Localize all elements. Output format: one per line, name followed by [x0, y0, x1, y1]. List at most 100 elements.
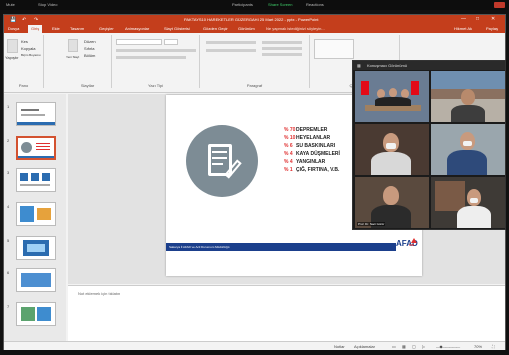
- thumb-number: 4: [7, 204, 10, 209]
- participant-name: Prof. Dr. Naci Görür: [357, 222, 386, 226]
- minimize-button[interactable]: —: [461, 16, 466, 22]
- comments-button[interactable]: Açıklamalar: [354, 344, 375, 349]
- save-icon[interactable]: 💾: [10, 17, 16, 23]
- zoom-participants-button[interactable]: Participants: [232, 2, 253, 7]
- tab-design[interactable]: Tasarım: [70, 26, 84, 31]
- video-tile[interactable]: [355, 124, 429, 175]
- tab-review[interactable]: Gözden Geçir: [203, 26, 228, 31]
- share-button[interactable]: Paylaş: [486, 26, 498, 31]
- stat-percent: % 4: [284, 151, 293, 157]
- reset-button[interactable]: Sıfırla: [84, 46, 94, 51]
- normal-view-icon[interactable]: ▭: [392, 344, 396, 349]
- account-name[interactable]: Hikmet Ak: [454, 26, 472, 31]
- slides-group: Yeni Slayt Düzen Sıfırla Bölüm Slaytlar: [64, 35, 112, 88]
- slide-thumbnail-1[interactable]: [16, 102, 56, 126]
- slide-thumbnail-3[interactable]: [16, 168, 56, 192]
- stat-row: % 1 ÇIĞ, FIRTINA, V.B.: [284, 167, 339, 173]
- close-button[interactable]: ✕: [491, 16, 495, 22]
- thumb-number: 2: [7, 138, 10, 143]
- cut-button[interactable]: Kes: [21, 39, 28, 44]
- smartart-button[interactable]: [262, 53, 302, 56]
- thumb-number: 6: [7, 270, 10, 275]
- font-size-input[interactable]: [164, 39, 178, 45]
- font-group: Yazı Tipi: [112, 35, 200, 88]
- stat-percent: % 6: [284, 143, 293, 149]
- fit-slide-icon[interactable]: ⛶: [492, 344, 495, 349]
- thumb-number: 7: [7, 304, 10, 309]
- slideshow-view-icon[interactable]: ▷: [422, 344, 425, 349]
- paste-icon[interactable]: [7, 39, 18, 53]
- list-buttons[interactable]: [206, 41, 256, 44]
- new-slide-icon[interactable]: [68, 39, 78, 52]
- reading-view-icon[interactable]: ▢: [412, 344, 416, 349]
- new-slide-button[interactable]: Yeni Slayt: [66, 55, 79, 59]
- font-name-input[interactable]: [116, 39, 162, 45]
- format-painter-button[interactable]: Biçim Boyacısı: [21, 53, 41, 57]
- paste-button[interactable]: Yapıştır: [5, 55, 19, 60]
- video-tile[interactable]: [431, 71, 505, 122]
- redo-icon[interactable]: ↷: [34, 17, 38, 23]
- thumb-number: 5: [7, 238, 10, 243]
- align-buttons[interactable]: [206, 49, 256, 52]
- align-text-button[interactable]: [262, 47, 302, 50]
- zoom-end-button[interactable]: [494, 2, 505, 8]
- tab-view[interactable]: Görünüm: [238, 26, 255, 31]
- notes-button[interactable]: Notlar: [334, 344, 345, 349]
- ribbon-tabs: Dosya Giriş Ekle Tasarım Geçişler Animas…: [4, 24, 505, 33]
- font-format-buttons[interactable]: [116, 49, 196, 52]
- stat-percent: % 4: [284, 159, 293, 165]
- shapes-gallery[interactable]: [314, 39, 354, 59]
- video-tile[interactable]: [355, 71, 429, 122]
- stat-label: SU BASKINLARI: [296, 143, 336, 149]
- stat-label: YANGINLAR: [296, 159, 326, 165]
- notes-placeholder: Not eklemek için tıklatın: [78, 291, 121, 296]
- view-mode-icon[interactable]: ▦: [357, 63, 361, 68]
- maximize-button[interactable]: □: [476, 16, 479, 22]
- tab-file[interactable]: Dosya: [8, 26, 19, 31]
- stat-label: ÇIĞ, FIRTINA, V.B.: [296, 167, 340, 173]
- video-tile[interactable]: [431, 124, 505, 175]
- font-color-buttons[interactable]: [116, 56, 186, 59]
- layout-button[interactable]: Düzen: [84, 39, 96, 44]
- stat-row: % 10HEYELANLAR: [284, 135, 330, 141]
- slide-thumbnail-5[interactable]: [16, 236, 56, 260]
- tab-home[interactable]: Giriş: [28, 25, 43, 33]
- tab-animations[interactable]: Animasyonlar: [125, 26, 149, 31]
- zoom-mute-button[interactable]: Mute: [6, 2, 15, 7]
- slide-thumbnail-2[interactable]: [16, 136, 56, 160]
- tab-transitions[interactable]: Geçişler: [99, 26, 114, 31]
- zoom-reactions-button[interactable]: Reactions: [306, 2, 324, 7]
- video-tile[interactable]: Prof. Dr. Naci Görür: [355, 177, 429, 228]
- afad-logo: AFAD: [396, 238, 418, 248]
- sorter-view-icon[interactable]: ▦: [402, 344, 406, 349]
- clipboard-group: Yapıştır Kes Kopyala Biçim Boyacısı Pano: [4, 35, 44, 88]
- slide-thumbnail-7[interactable]: [16, 302, 56, 326]
- copy-button[interactable]: Kopyala: [21, 46, 35, 51]
- stat-row: % 4 YANGINLAR: [284, 159, 325, 165]
- tab-insert[interactable]: Ekle: [52, 26, 60, 31]
- paragraph-label: Paragraf: [246, 83, 263, 88]
- text-direction-button[interactable]: [262, 41, 302, 44]
- zoom-slider[interactable]: —◆—————: [436, 344, 460, 349]
- slide-thumbnail-6[interactable]: [16, 268, 56, 292]
- tab-slideshow[interactable]: Slayt Gösterisi: [164, 26, 190, 31]
- zoom-share-button[interactable]: Share Screen: [268, 2, 292, 7]
- afad-logo-sub: İZM: [409, 243, 415, 247]
- slide-thumbnails-pane: 1 2 3 4 5 6 7: [4, 94, 66, 341]
- section-button[interactable]: Bölüm: [84, 53, 95, 58]
- stat-percent: % 1: [284, 167, 293, 173]
- stat-row: % 4 KAYA DÜŞMELERİ: [284, 151, 340, 157]
- zoom-video-button[interactable]: Stop Video: [38, 2, 58, 7]
- thumb-number: 1: [7, 104, 10, 109]
- stat-label: HEYELANLAR: [296, 135, 331, 141]
- stat-label: KAYA DÜŞMELERİ: [296, 151, 340, 157]
- status-bar: Notlar Açıklamalar ▭ ▦ ▢ ▷ —◆————— 70% ⛶: [4, 341, 505, 350]
- tell-me-search[interactable]: Ne yapmak istediğinizi söyleyin...: [266, 26, 346, 31]
- slide-thumbnail-4[interactable]: [16, 202, 56, 226]
- video-tile[interactable]: [431, 177, 505, 228]
- stat-percent: % 10: [284, 135, 296, 141]
- stat-percent: % 70: [284, 127, 296, 133]
- notes-pane[interactable]: Not eklemek için tıklatın: [68, 285, 505, 341]
- undo-icon[interactable]: ↶: [22, 17, 26, 23]
- font-label: Yazı Tipi: [147, 83, 164, 88]
